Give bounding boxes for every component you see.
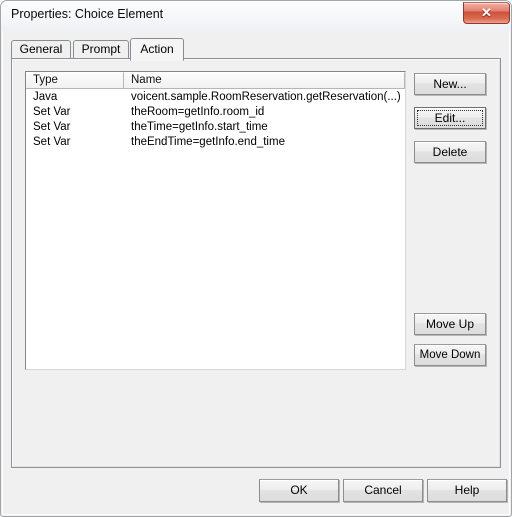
focus-ring: [417, 110, 483, 126]
close-icon: ✕: [481, 5, 492, 20]
ok-button-label: OK: [290, 483, 308, 497]
list-header-row: Type Name: [26, 72, 405, 89]
table-row[interactable]: Set Var theTime=getInfo.start_time: [26, 120, 405, 135]
move-down-button[interactable]: Move Down: [414, 344, 486, 366]
table-row[interactable]: Set Var theEndTime=getInfo.end_time: [26, 135, 405, 150]
edit-button[interactable]: Edit...: [414, 107, 486, 129]
new-button[interactable]: New...: [414, 73, 486, 95]
column-header-type[interactable]: Type: [26, 72, 124, 88]
move-up-button-label: Move Up: [425, 317, 475, 331]
help-button-label: Help: [454, 483, 480, 497]
close-button[interactable]: ✕: [463, 2, 510, 24]
window-title: Properties: Choice Element: [11, 7, 164, 21]
cell-type: Set Var: [33, 136, 71, 148]
help-button[interactable]: Help: [427, 479, 507, 502]
tab-prompt[interactable]: Prompt: [73, 40, 129, 59]
cancel-button-label: Cancel: [364, 483, 402, 497]
tab-general[interactable]: General: [11, 40, 71, 59]
move-up-button[interactable]: Move Up: [414, 313, 486, 335]
cell-type: Java: [33, 91, 58, 103]
delete-button[interactable]: Delete: [414, 141, 486, 163]
list-body: Java voicent.sample.RoomReservation.getR…: [26, 89, 405, 369]
move-down-button-label: Move Down: [419, 349, 481, 361]
cell-name: theRoom=getInfo.room_id: [131, 106, 265, 118]
table-row[interactable]: Java voicent.sample.RoomReservation.getR…: [26, 90, 405, 105]
cell-type: Set Var: [33, 121, 71, 133]
table-row[interactable]: Set Var theRoom=getInfo.room_id: [26, 105, 405, 120]
properties-dialog-window: Properties: Choice Element ✕ General Pro…: [0, 0, 512, 517]
tab-action[interactable]: Action: [130, 38, 184, 61]
cell-name: theEndTime=getInfo.end_time: [131, 136, 285, 148]
ok-button[interactable]: OK: [259, 479, 339, 502]
action-list[interactable]: Type Name Java voicent.sample.RoomReserv…: [25, 71, 406, 370]
column-header-name[interactable]: Name: [124, 72, 405, 88]
cell-type: Set Var: [33, 106, 71, 118]
title-bar: Properties: Choice Element ✕: [1, 1, 511, 31]
cancel-button[interactable]: Cancel: [343, 479, 423, 502]
cell-name: voicent.sample.RoomReservation.getReserv…: [131, 91, 401, 103]
cell-name: theTime=getInfo.start_time: [131, 121, 268, 133]
delete-button-label: Delete: [432, 145, 468, 159]
new-button-label: New...: [433, 77, 467, 91]
